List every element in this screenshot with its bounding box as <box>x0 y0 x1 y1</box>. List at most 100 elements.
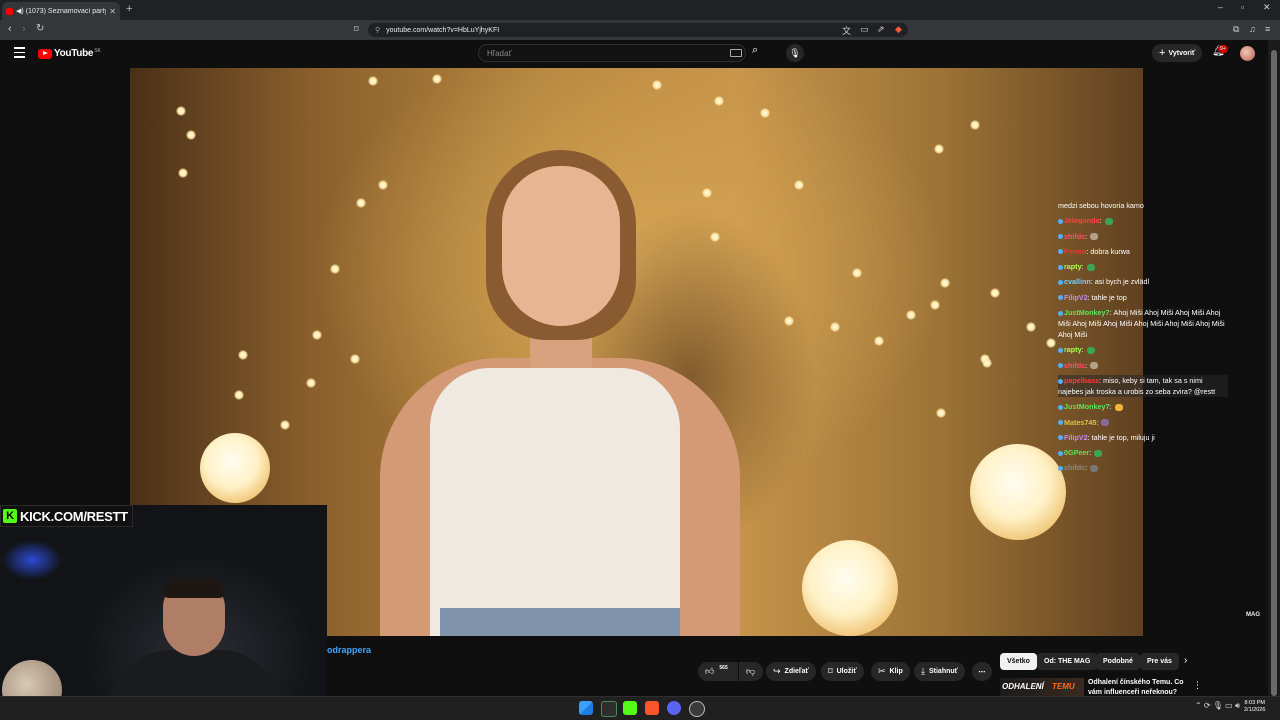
brave-shield-icon[interactable]: ◆ <box>895 24 902 35</box>
share-label: Zdieľať <box>784 668 809 675</box>
minimize-icon[interactable]: – <box>1218 2 1223 12</box>
chat-separator: : <box>1090 277 1093 287</box>
chat-separator: : <box>1087 292 1090 302</box>
cast-icon[interactable]: ▭ <box>860 24 869 35</box>
bokeh-light <box>794 180 804 190</box>
chat-username: Ferren <box>1064 246 1087 256</box>
chat-separator: : <box>1089 448 1092 458</box>
search-input[interactable]: Hľadať <box>478 44 746 62</box>
forward-icon[interactable]: › <box>22 23 26 35</box>
chat-badge-icon <box>1058 466 1063 472</box>
create-button[interactable]: + Vytvoriť <box>1152 44 1203 62</box>
chat-badge-icon <box>1058 435 1063 441</box>
windows-start-icon[interactable] <box>579 701 593 715</box>
plus-icon: + <box>1159 47 1166 59</box>
lamp-center <box>802 540 898 636</box>
chat-separator: : <box>1081 345 1084 355</box>
browser-tab-active[interactable]: ◀) (1073) Seznamovací party se ✕ <box>2 2 120 20</box>
bokeh-light <box>378 180 388 190</box>
chat-username: rapty <box>1064 345 1082 355</box>
chat-username: FilipV2 <box>1064 432 1088 442</box>
more-actions-button[interactable]: ⋯ <box>972 662 992 681</box>
chat-message: Mates745: <box>1058 417 1228 428</box>
obs-app-icon[interactable] <box>689 701 705 717</box>
clip-button[interactable]: ✂ Klip <box>871 662 910 681</box>
youtube-header: YouTube SK Hľadať ⌕ 🎙︎ + Vytvoriť 🔔︎ 9+ <box>0 40 1268 68</box>
share-page-icon[interactable]: ⇗ <box>877 24 885 35</box>
back-icon[interactable]: ‹ <box>8 23 12 35</box>
avatar[interactable] <box>1240 46 1255 61</box>
media-icon[interactable]: ♫ <box>1249 24 1256 34</box>
bokeh-light <box>350 354 360 364</box>
speaker-icon[interactable]: ◀) <box>16 7 24 15</box>
xbox-app-icon[interactable] <box>601 701 617 717</box>
bokeh-light <box>356 198 366 208</box>
chip-for-you[interactable]: Pre vás <box>1140 653 1179 670</box>
chat-text: asi bych je zvlädl <box>1094 277 1150 287</box>
dislike-button[interactable]: 👎︎ <box>739 662 763 681</box>
translate-icon[interactable]: 文 <box>842 24 851 37</box>
maximize-icon[interactable]: ▫ <box>1241 2 1244 12</box>
chat-username: FilipV2 <box>1064 292 1088 302</box>
bokeh-light <box>930 300 940 310</box>
webcam-blue-light <box>2 540 62 580</box>
chat-separator: : <box>1081 262 1084 272</box>
bokeh-light <box>874 336 884 346</box>
kick-app-icon[interactable] <box>623 701 637 715</box>
bokeh-light <box>936 408 946 418</box>
chat-badge-icon <box>1058 378 1063 384</box>
recommended-video-title[interactable]: Odhalení čínského Temu. Co vám influence… <box>1088 678 1188 698</box>
create-label: Vytvoriť <box>1168 49 1196 57</box>
menu-icon[interactable] <box>14 47 25 61</box>
youtube-logo[interactable]: YouTube SK <box>38 48 101 59</box>
chat-message: JustMonkey7: Ahoj Miši Ahoj Miši Ahoj Miš… <box>1058 307 1228 340</box>
chip-all[interactable]: Všetko <box>1000 653 1037 670</box>
system-tray-icons[interactable]: ⌃ ⟳ 🎙︎ ▭ 🔊︎ <box>1195 701 1240 711</box>
like-button[interactable]: 👍︎ 565 <box>698 662 738 681</box>
channel-name-link[interactable]: odrappera <box>327 645 371 655</box>
share-button[interactable]: ↪ Zdieľať <box>766 662 816 681</box>
discord-app-icon[interactable] <box>667 701 681 715</box>
download-label: Stiahnuť <box>928 668 959 675</box>
search-button[interactable]: ⌕ <box>752 44 758 57</box>
chip-related[interactable]: Podobné <box>1096 653 1140 670</box>
bokeh-light <box>714 96 724 106</box>
save-button[interactable]: ⌑ Uložiť <box>821 662 864 681</box>
chat-badge-icon <box>1058 218 1063 224</box>
bokeh-light <box>710 232 720 242</box>
chat-text: medzi sebou hovoria kamo <box>1058 201 1144 210</box>
download-button[interactable]: ⤓ Stiahnuť <box>914 662 966 681</box>
chat-badge-icon <box>1058 347 1063 353</box>
reload-icon[interactable]: ↻ <box>36 23 44 34</box>
browser-menu-icon[interactable]: ≡ <box>1265 24 1270 34</box>
keyboard-icon[interactable] <box>730 49 742 57</box>
chat-message: rapty: <box>1058 344 1228 355</box>
chat-separator: : <box>1109 308 1112 318</box>
recommended-video-thumbnail[interactable]: ODHALENÍ TEMU <box>1000 678 1084 698</box>
scrollbar-thumb[interactable] <box>1271 50 1277 696</box>
bokeh-light <box>432 74 442 84</box>
chip-from-channel[interactable]: Od: THE MAG <box>1037 653 1098 670</box>
address-bar[interactable]: ⚲ youtube.com/watch?v=HbLuYjhyKFI <box>368 23 908 37</box>
taskbar-clock[interactable]: 8:03 PM 2/1/2026 <box>1244 700 1265 714</box>
new-tab-icon[interactable]: + <box>126 3 132 15</box>
bokeh-light <box>702 188 712 198</box>
more-vertical-icon[interactable]: ⋮ <box>1193 680 1202 691</box>
chevron-right-icon[interactable]: › <box>1184 655 1187 666</box>
chat-separator: : <box>1085 463 1088 473</box>
chat-message: shifdc: <box>1058 231 1228 242</box>
chat-message: Jelegonda: <box>1058 215 1228 226</box>
bokeh-light <box>970 120 980 130</box>
download-icon: ⤓ <box>921 666 925 676</box>
close-tab-icon[interactable]: ✕ <box>109 7 116 16</box>
chat-separator: : <box>1096 417 1099 427</box>
bokeh-light <box>906 310 916 320</box>
brave-browser-icon[interactable] <box>645 701 659 715</box>
site-info-icon[interactable]: ⚲ <box>375 26 380 34</box>
close-window-icon[interactable]: ✕ <box>1263 2 1271 13</box>
bokeh-light <box>368 76 378 86</box>
extensions-icon[interactable]: ⧉ <box>1233 24 1239 35</box>
chat-message: Ferren: dobra kurwa <box>1058 246 1228 257</box>
bookmark-icon[interactable]: ⌑ <box>354 24 359 35</box>
voice-search-icon[interactable]: 🎙︎ <box>786 44 804 62</box>
